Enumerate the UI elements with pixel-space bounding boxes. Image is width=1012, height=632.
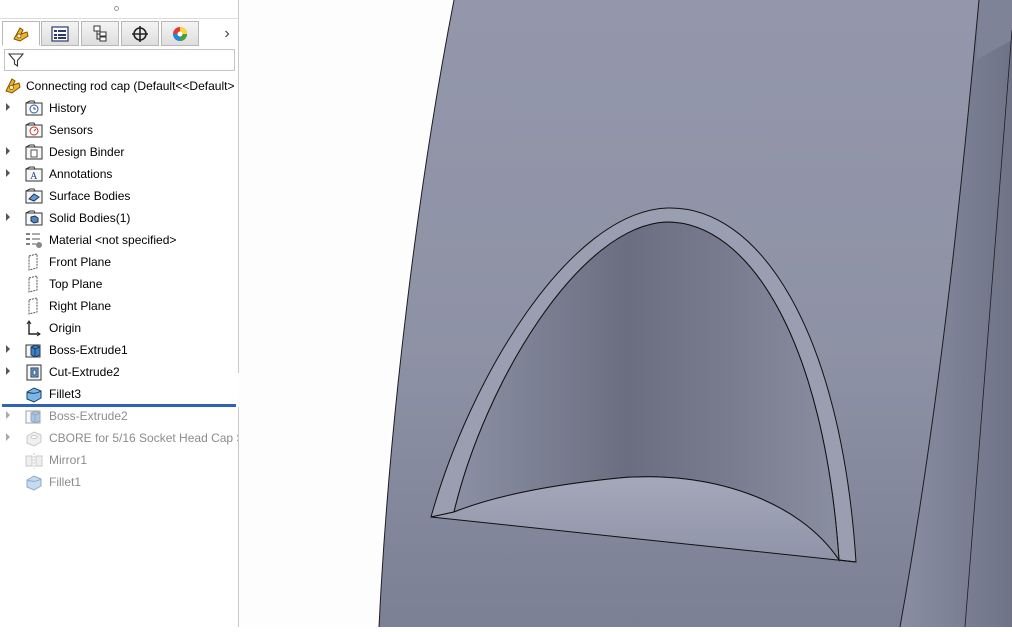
panel-splitter[interactable]	[0, 0, 238, 19]
tree-item-label: Origin	[49, 321, 82, 335]
tree-item[interactable]: CBORE for 5/16 Socket Head Cap Sc	[0, 428, 238, 448]
fillet-icon	[26, 475, 42, 491]
tab-dimxpert-manager[interactable]	[121, 21, 159, 46]
surface-bodies-icon	[25, 188, 43, 204]
tree-item[interactable]: Fillet1	[0, 472, 238, 492]
tree-item[interactable]: Mirror1	[0, 450, 238, 470]
feature-manager-panel: › Connecting rod cap (Default<<Default> …	[0, 0, 239, 627]
design-binder-icon	[25, 144, 43, 160]
tree-item-label: Solid Bodies(1)	[49, 211, 131, 225]
origin-icon	[26, 320, 41, 337]
part-icon	[5, 78, 21, 94]
history-folder-icon	[25, 100, 43, 116]
property-manager-icon	[51, 25, 69, 42]
tree-item[interactable]: Origin	[0, 318, 238, 338]
tree-item-label: Cut-Extrude2	[49, 365, 120, 379]
feature-tree-icon	[13, 26, 29, 42]
rollback-bar[interactable]	[2, 404, 236, 407]
display-manager-icon	[173, 26, 187, 41]
expand-arrow-icon[interactable]	[6, 345, 10, 353]
tab-configuration-manager[interactable]	[81, 21, 119, 46]
tree-item-label: Mirror1	[49, 453, 87, 467]
tree-item-label: History	[49, 101, 87, 115]
material-icon	[26, 233, 42, 248]
tree-item[interactable]: Fillet3	[0, 384, 238, 404]
tab-display-manager[interactable]	[161, 21, 199, 46]
tree-item[interactable]: Front Plane	[0, 252, 238, 272]
tree-item[interactable]: Boss-Extrude1	[0, 340, 238, 360]
annotations-icon: A	[25, 166, 43, 182]
tree-item-label: Boss-Extrude2	[49, 409, 128, 423]
configuration-manager-icon	[93, 25, 107, 41]
tree-item[interactable]: Cut-Extrude2	[0, 362, 238, 382]
tree-item-label: Surface Bodies	[49, 189, 131, 203]
tree-filter-input[interactable]	[4, 49, 235, 71]
tree-item-label: Top Plane	[49, 277, 103, 291]
svg-text:A: A	[30, 172, 38, 182]
tree-item-label: CBORE for 5/16 Socket Head Cap Sc	[49, 431, 238, 445]
manager-tabs: ›	[0, 21, 238, 47]
tree-item[interactable]: Boss-Extrude2	[0, 406, 238, 426]
plane-icon	[28, 275, 38, 293]
tree-item[interactable]: Top Plane	[0, 274, 238, 294]
tree-item[interactable]: Sensors	[0, 120, 238, 140]
filter-icon[interactable]	[8, 52, 24, 68]
tree-item[interactable]: Surface Bodies	[0, 186, 238, 206]
tree-item-label: Material <not specified>	[49, 233, 177, 247]
plane-icon	[28, 253, 38, 271]
tree-item-label: Fillet3	[49, 387, 82, 401]
tree-root-part[interactable]: Connecting rod cap (Default<<Default>	[0, 76, 238, 96]
tree-item[interactable]: Material <not specified>	[0, 230, 238, 250]
expand-arrow-icon[interactable]	[6, 103, 10, 111]
tree-item-label: Fillet1	[49, 475, 82, 489]
tree-item-label: Annotations	[49, 167, 113, 181]
boss-extrude-icon	[25, 344, 41, 358]
solid-bodies-icon	[25, 210, 43, 226]
hole-wizard-icon	[26, 431, 42, 447]
tab-property-manager[interactable]	[41, 21, 79, 46]
more-tabs-button[interactable]: ›	[218, 25, 236, 43]
expand-arrow-icon[interactable]	[6, 169, 10, 177]
tree-item[interactable]: Right Plane	[0, 296, 238, 316]
tree-item-label: Design Binder	[49, 145, 125, 159]
splitter-grip-icon[interactable]	[114, 6, 119, 11]
expand-arrow-icon[interactable]	[6, 147, 10, 155]
dimxpert-icon	[132, 25, 148, 42]
graphics-area[interactable]	[239, 0, 1012, 628]
expand-arrow-icon[interactable]	[6, 433, 10, 441]
part-name: Connecting rod cap (Default<<Default>	[26, 79, 235, 93]
expand-arrow-icon[interactable]	[6, 411, 10, 419]
expand-arrow-icon[interactable]	[6, 367, 10, 375]
expand-arrow-icon[interactable]	[6, 213, 10, 221]
tab-feature-tree[interactable]	[2, 21, 40, 46]
tree-item-label: Right Plane	[49, 299, 112, 313]
tree-item-label: Front Plane	[49, 255, 112, 269]
tree-item[interactable]: Design Binder	[0, 142, 238, 162]
cut-extrude-icon	[26, 364, 42, 381]
tree-item[interactable]: A Annotations	[0, 164, 238, 184]
plane-icon	[28, 297, 38, 315]
tree-item-label: Boss-Extrude1	[49, 343, 128, 357]
mirror-icon	[25, 453, 43, 469]
model-view[interactable]	[239, 0, 1012, 628]
boss-extrude-icon	[25, 410, 41, 424]
tree-item[interactable]: Solid Bodies(1)	[0, 208, 238, 228]
tree-item-label: Sensors	[49, 123, 94, 137]
fillet-icon	[26, 387, 42, 403]
sensors-folder-icon	[25, 122, 43, 138]
tree-item[interactable]: History	[0, 98, 238, 118]
